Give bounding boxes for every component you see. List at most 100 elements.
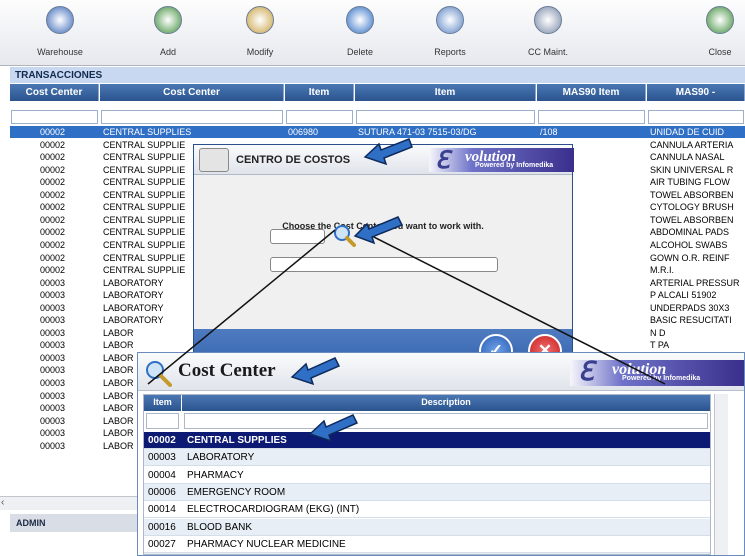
column-filter-input[interactable]: [356, 110, 535, 124]
toolbar-warehouse-button[interactable]: Warehouse: [30, 6, 90, 57]
toolbar-label: Delete: [346, 47, 373, 57]
column-header[interactable]: Item: [285, 84, 354, 101]
cost-center-name-field[interactable]: [270, 257, 498, 272]
toolbar-delete-button[interactable]: Delete: [330, 6, 390, 57]
picker-row[interactable]: 00030 ENDOSCOPY SERVICES: [144, 553, 710, 554]
toolbar-add-button[interactable]: Add: [138, 6, 198, 57]
logo-e-icon: ℇ: [435, 148, 450, 174]
delete-icon: [346, 6, 374, 34]
warehouse-icon: [46, 6, 74, 34]
table-cell: 006980: [288, 127, 319, 137]
picker-item-code: 00014: [148, 504, 176, 516]
table-cell: UNDERPADS 30X3: [650, 302, 730, 313]
column-filter-input[interactable]: [538, 110, 645, 124]
toolbar-modify-button[interactable]: Modify: [230, 6, 290, 57]
table-row[interactable]: 00002 CENTRAL SUPPLIES 006980 SUTURA 471-03…: [10, 126, 745, 138]
picker-item-code: 00027: [148, 538, 176, 550]
picker-item-description: EMERGENCY ROOM: [187, 486, 286, 498]
picker-filter-input[interactable]: [184, 413, 708, 429]
table-cell: CANNULA NASAL: [650, 152, 725, 163]
table-cell: ABDOMINAL PADS: [650, 227, 730, 238]
table-cell: GOWN O.R. REINF: [650, 252, 730, 263]
logo-subtext: Powered by Infomedika: [622, 375, 701, 382]
toolbar-label: Warehouse: [37, 47, 83, 57]
scroll-left-arrow[interactable]: ‹: [1, 497, 4, 508]
picker-titlebar: Cost Center ℇ volution Powered by Infome…: [138, 353, 744, 391]
toolbar-label: Close: [708, 47, 732, 57]
picker-row[interactable]: 00016 BLOOD BANK: [144, 518, 710, 536]
picker-item-description: CENTRAL SUPPLIES: [187, 435, 287, 446]
picker-item-description: ELECTROCARDIOGRAM (EKG) (INT): [187, 504, 360, 516]
picker-column-header[interactable]: Description: [182, 395, 710, 411]
search-icon[interactable]: [332, 223, 356, 247]
column-header[interactable]: MAS90 Item: [537, 84, 646, 101]
toolbar: Warehouse Add Modify Delete Reports CC Maint.…: [0, 0, 745, 66]
evolution-logo: ℇ volution Powered by Infomedika: [429, 148, 574, 174]
cost-center-code-field[interactable]: [270, 229, 325, 244]
table-cell: BASIC RESUCITATI: [650, 315, 732, 326]
picker-item-code: 00016: [148, 521, 176, 533]
logo-e-icon: ℇ: [578, 357, 594, 386]
picker-item-code: 00002: [148, 435, 176, 446]
table-cell: TOWEL ABSORBEN: [650, 189, 734, 200]
table-cell: CENTRAL SUPPLIES: [103, 127, 192, 137]
table-cell: ARTERIAL PRESSUR: [650, 277, 740, 288]
status-user: ADMIN: [16, 518, 46, 528]
column-filter-input[interactable]: [11, 110, 98, 124]
table-cell: AIR TUBING FLOW: [650, 177, 730, 188]
table-cell: TOWEL ABSORBEN: [650, 214, 734, 225]
picker-item-code: 00004: [148, 469, 176, 481]
picker-row[interactable]: 00006 EMERGENCY ROOM: [144, 483, 710, 501]
reports-icon: [436, 6, 464, 34]
table-cell: UNIDAD DE CUID: [650, 127, 725, 137]
picker-scrollbar[interactable]: [714, 394, 728, 555]
picker-column-header[interactable]: Item: [144, 395, 181, 411]
column-filter-input[interactable]: [286, 110, 353, 124]
table-cell: /108: [540, 127, 558, 137]
toolbar-cc-maint-button[interactable]: CC Maint.: [518, 6, 578, 57]
cost-center-dialog: CENTRO DE COSTOS ℇ volution Powered by I…: [193, 144, 574, 380]
cc-maint-icon: [534, 6, 562, 34]
dialog-titlebar: CENTRO DE COSTOS ℇ volution Powered by I…: [194, 145, 574, 175]
logo-subtext: Powered by Infomedika: [475, 162, 554, 169]
picker-item-description: LABORATORY: [187, 452, 255, 464]
picker-row[interactable]: 00004 PHARMACY: [144, 467, 710, 484]
picker-row[interactable]: 00002 CENTRAL SUPPLIES: [144, 432, 710, 449]
column-header[interactable]: Item: [355, 84, 536, 101]
toolbar-label: Add: [159, 47, 176, 57]
dialog-icon: [199, 148, 229, 172]
modify-icon: [246, 6, 274, 34]
column-filter-input[interactable]: [101, 110, 283, 124]
column-header[interactable]: Cost Center: [100, 84, 284, 101]
table-cell: SKIN UNIVERSAL R: [650, 164, 734, 175]
close-icon: [706, 6, 734, 34]
column-header[interactable]: Cost Center: [10, 84, 99, 101]
toolbar-label: CC Maint.: [527, 47, 568, 57]
picker-item-description: PHARMACY NUCLEAR MEDICINE: [187, 538, 346, 550]
picker-item-description: BLOOD BANK: [187, 521, 253, 533]
picker-row[interactable]: 00027 PHARMACY NUCLEAR MEDICINE: [144, 536, 710, 553]
picker-row[interactable]: 00014 ELECTROCARDIOGRAM (EKG) (INT): [144, 501, 710, 519]
picker-item-code: 00006: [148, 486, 176, 498]
picker-title: Cost Center: [178, 360, 276, 381]
table-cell: P ALCALI 51902: [650, 290, 717, 301]
toolbar-label: Reports: [434, 47, 466, 57]
picker-edge: [730, 394, 744, 555]
toolbar-reports-button[interactable]: Reports: [420, 6, 480, 57]
table-cell: CYTOLOGY BRUSH: [650, 202, 734, 213]
add-icon: [154, 6, 182, 34]
grid-title: TRANSACCIONES: [10, 67, 745, 83]
picker-filter-input[interactable]: [146, 413, 179, 429]
dialog-title: CENTRO DE COSTOS: [236, 154, 351, 166]
dialog-prompt: Choose the Cost Center you want to work …: [282, 221, 484, 231]
picker-row[interactable]: 00003 LABORATORY: [144, 449, 710, 467]
toolbar-close-button[interactable]: Close: [690, 6, 745, 57]
toolbar-label: Modify: [246, 47, 274, 57]
column-filter-input[interactable]: [648, 110, 744, 124]
picker-item-description: ENDOSCOPY SERVICES: [187, 553, 304, 554]
magnifier-icon: [144, 359, 172, 387]
table-cell: T PA: [650, 340, 670, 351]
table-cell: CANNULA ARTERIA: [650, 139, 734, 150]
column-header[interactable]: MAS90 -: [647, 84, 745, 101]
picker-item-code: 00030: [148, 553, 176, 554]
